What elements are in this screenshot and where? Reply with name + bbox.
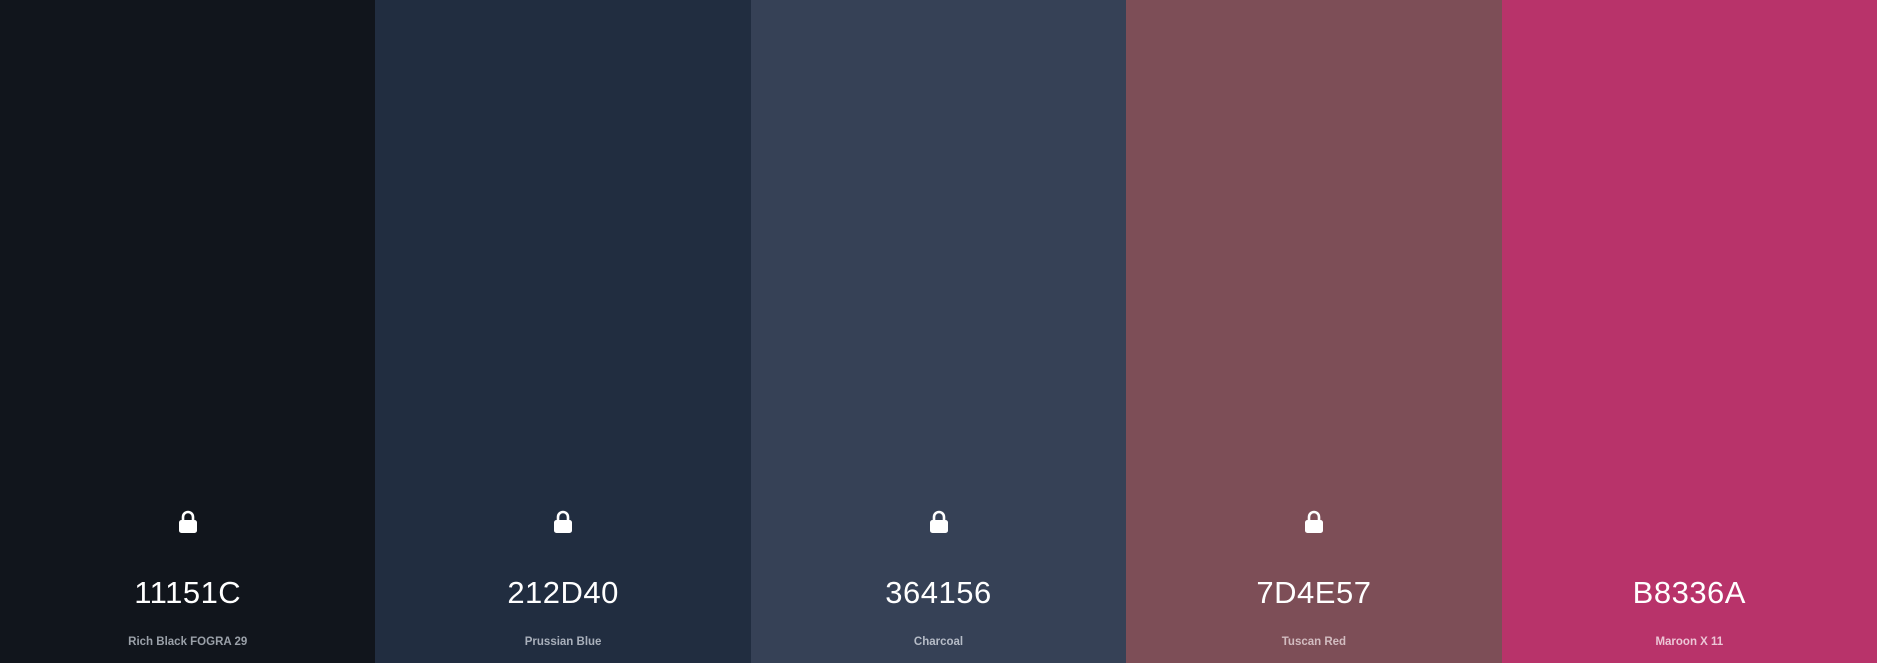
lock-icon[interactable] [1303, 510, 1325, 534]
hex-code[interactable]: 7D4E57 [1126, 575, 1501, 611]
swatch-tuscan-red[interactable]: 7D4E57 Tuscan Red [1126, 0, 1502, 663]
hex-code[interactable]: 11151C [0, 575, 375, 611]
swatch-prussian-blue[interactable]: 212D40 Prussian Blue [375, 0, 751, 663]
lock-icon[interactable] [177, 510, 199, 534]
swatch-rich-black[interactable]: 11151C Rich Black FOGRA 29 [0, 0, 376, 663]
color-name: Rich Black FOGRA 29 [128, 636, 248, 648]
hex-code[interactable]: 212D40 [375, 575, 750, 611]
color-name: Charcoal [913, 636, 964, 648]
color-name: Tuscan Red [1281, 636, 1347, 648]
swatch-maroon-x11[interactable]: B8336A Maroon X 11 [1501, 0, 1877, 663]
lock-icon[interactable] [552, 510, 574, 534]
color-palette: 11151C Rich Black FOGRA 29 212D40 Prussi… [0, 0, 1877, 663]
color-name: Prussian Blue [524, 636, 602, 648]
hex-code[interactable]: B8336A [1502, 575, 1877, 611]
hex-code[interactable]: 364156 [751, 575, 1126, 611]
color-name: Maroon X 11 [1655, 636, 1724, 648]
lock-icon[interactable] [928, 510, 950, 534]
swatch-charcoal[interactable]: 364156 Charcoal [750, 0, 1127, 663]
